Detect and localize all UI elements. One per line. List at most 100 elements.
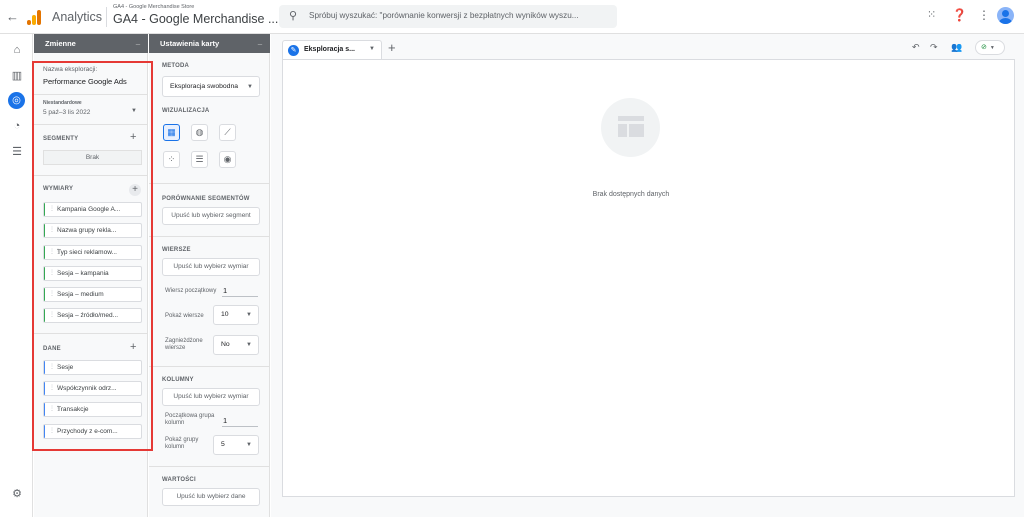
tab-label: Eksploracja s... bbox=[304, 46, 355, 53]
rows-drop-zone[interactable]: Upuść lub wybierz wymiar bbox=[162, 258, 260, 276]
help-icon[interactable]: ❓ bbox=[952, 8, 967, 22]
start-row-label: Wiersz początkowy bbox=[165, 288, 217, 294]
variables-title: Zmienne bbox=[45, 39, 76, 48]
metric-chip[interactable]: ⋮⋮ Przychody z e-com... bbox=[43, 424, 142, 439]
table-icon[interactable]: ▦ bbox=[163, 124, 180, 141]
nested-rows-select[interactable]: No ▼ bbox=[213, 335, 259, 355]
add-tab-icon[interactable]: + bbox=[388, 40, 396, 55]
explore-icon[interactable]: ◎ bbox=[8, 92, 25, 109]
dimension-chip[interactable]: ⋮⋮ Sesja – medium bbox=[43, 287, 142, 302]
account-name: GA4 - Google Merchandise Store bbox=[113, 4, 195, 10]
start-row-input[interactable]: 1 bbox=[223, 286, 227, 295]
add-metric-icon[interactable]: + bbox=[130, 341, 136, 353]
visualization-label: WIZUALIZACJA bbox=[162, 108, 210, 114]
drag-handle-icon[interactable]: ⋮⋮ bbox=[49, 203, 61, 216]
admin-gear-icon[interactable]: ⚙ bbox=[10, 487, 24, 500]
reports-icon[interactable]: ▥ bbox=[10, 69, 24, 82]
columns-drop-zone[interactable]: Upuść lub wybierz wymiar bbox=[162, 388, 260, 406]
empty-table-illustration-icon bbox=[601, 98, 660, 157]
minimize-icon[interactable]: _ bbox=[136, 37, 140, 46]
caret-down-icon: ▼ bbox=[246, 342, 252, 348]
segments-empty: Brak bbox=[43, 150, 142, 165]
method-label: METODA bbox=[162, 63, 190, 69]
show-rows-select[interactable]: 10 ▼ bbox=[213, 305, 259, 325]
show-rows-label: Pokaż wiersze bbox=[165, 313, 204, 319]
dimension-chip[interactable]: ⋮⋮ Typ sieci reklamow... bbox=[43, 245, 142, 260]
values-drop-zone[interactable]: Upuść lub wybierz dane bbox=[162, 488, 260, 506]
top-bar: ← Analytics GA4 - Google Merchandise Sto… bbox=[0, 0, 1024, 34]
minimize-icon[interactable]: _ bbox=[258, 37, 262, 46]
undo-icon[interactable]: ↶ bbox=[912, 42, 920, 53]
divider bbox=[34, 333, 148, 334]
no-data-message: Brak dostępnych danych bbox=[592, 191, 670, 198]
metric-chip[interactable]: ⋮⋮ Transakcje bbox=[43, 402, 142, 417]
caret-down-icon: ▼ bbox=[989, 45, 995, 51]
tab-settings-panel-header: Ustawienia karty _ bbox=[149, 34, 270, 53]
show-column-groups-label: Pokaż grupy kolumn bbox=[165, 437, 199, 450]
date-range-selector[interactable]: 5 paź–3 lis 2022 bbox=[43, 109, 90, 116]
scatter-plot-icon[interactable]: ⁘ bbox=[163, 151, 180, 168]
drag-handle-icon[interactable]: ⋮⋮ bbox=[49, 403, 61, 416]
account-avatar-icon[interactable] bbox=[997, 7, 1014, 24]
metric-chip[interactable]: ⋮⋮ Sesje bbox=[43, 360, 142, 375]
show-column-groups-select[interactable]: 5 ▼ bbox=[213, 435, 259, 455]
drag-handle-icon[interactable]: ⋮⋮ bbox=[49, 224, 61, 237]
method-select[interactable]: Eksploracja swobodna ▼ bbox=[162, 76, 260, 97]
dimension-chip[interactable]: ⋮⋮ Kampania Google A... bbox=[43, 202, 142, 217]
donut-chart-icon[interactable]: ◍ bbox=[191, 124, 208, 141]
dimensions-label: WYMIARY bbox=[43, 186, 74, 192]
date-range-label: Niestandardowe bbox=[43, 100, 82, 106]
input-underline bbox=[222, 296, 258, 297]
advertising-icon[interactable]: ◔ bbox=[10, 120, 24, 132]
segment-comparison-label: PORÓWNANIE SEGMENTÓW bbox=[162, 196, 250, 202]
drag-handle-icon[interactable]: ⋮⋮ bbox=[49, 288, 61, 301]
analytics-logo bbox=[27, 10, 43, 25]
configure-icon[interactable]: ☰ bbox=[10, 145, 24, 158]
dimension-chip[interactable]: ⋮⋮ Nazwa grupy rekla... bbox=[43, 223, 142, 238]
caret-down-icon: ▼ bbox=[246, 312, 252, 318]
geo-map-icon[interactable]: ◉ bbox=[219, 151, 236, 168]
drag-handle-icon[interactable]: ⋮⋮ bbox=[49, 425, 61, 438]
add-segment-icon[interactable]: + bbox=[130, 131, 136, 143]
divider bbox=[34, 175, 148, 176]
divider bbox=[149, 236, 270, 237]
metric-chip[interactable]: ⋮⋮ Współczynnik odrz... bbox=[43, 381, 142, 396]
dimension-chip[interactable]: ⋮⋮ Sesja – źródło/med... bbox=[43, 308, 142, 323]
divider bbox=[149, 183, 270, 184]
app-name: Analytics bbox=[52, 10, 103, 24]
more-vert-icon[interactable]: ⋮ bbox=[978, 8, 990, 22]
redo-icon[interactable]: ↷ bbox=[930, 42, 938, 53]
drag-handle-icon[interactable]: ⋮⋮ bbox=[49, 309, 61, 322]
segments-label: SEGMENTY bbox=[43, 136, 79, 142]
start-column-group-input[interactable]: 1 bbox=[223, 416, 227, 425]
share-users-icon[interactable]: 👥 bbox=[951, 42, 962, 53]
drag-handle-icon[interactable]: ⋮⋮ bbox=[49, 361, 61, 374]
apps-grid-icon[interactable]: ⁙ bbox=[927, 8, 936, 21]
metrics-label: DANE bbox=[43, 346, 61, 352]
rows-label: WIERSZE bbox=[162, 247, 191, 253]
variables-panel-header: Zmienne _ bbox=[34, 34, 148, 53]
input-underline bbox=[222, 426, 258, 427]
bar-chart-icon[interactable]: ☰ bbox=[191, 151, 208, 168]
drag-handle-icon[interactable]: ⋮⋮ bbox=[49, 267, 61, 280]
dimension-chip[interactable]: ⋮⋮ Sesja – kampania bbox=[43, 266, 142, 281]
variables-panel bbox=[34, 53, 148, 517]
exploration-tab[interactable]: ✎ Eksploracja s... ▼ bbox=[282, 40, 382, 59]
drag-handle-icon[interactable]: ⋮⋮ bbox=[49, 246, 61, 259]
home-icon[interactable]: ⌂ bbox=[10, 44, 24, 56]
exploration-name-input[interactable]: Performance Google Ads bbox=[43, 77, 127, 86]
property-selector[interactable]: GA4 - Google Merchandise ... bbox=[113, 12, 278, 26]
caret-down-icon: ▼ bbox=[247, 84, 253, 90]
segment-drop-zone[interactable]: Upuść lub wybierz segment bbox=[162, 207, 260, 225]
line-chart-icon[interactable]: ⟋ bbox=[219, 124, 236, 141]
columns-label: KOLUMNY bbox=[162, 377, 194, 383]
add-dimension-icon[interactable]: + bbox=[129, 184, 141, 196]
search-bar[interactable]: ⚲ Spróbuj wyszukać: "porównanie konwersj… bbox=[279, 5, 617, 28]
status-dropdown[interactable]: ⊘ ▼ bbox=[975, 40, 1005, 55]
divider bbox=[34, 124, 148, 125]
arrow-left-icon[interactable]: ← bbox=[6, 9, 19, 24]
tab-settings-title: Ustawienia karty bbox=[160, 39, 220, 48]
caret-down-icon[interactable]: ▼ bbox=[369, 46, 375, 52]
caret-down-icon[interactable]: ▼ bbox=[131, 108, 137, 114]
drag-handle-icon[interactable]: ⋮⋮ bbox=[49, 382, 61, 395]
